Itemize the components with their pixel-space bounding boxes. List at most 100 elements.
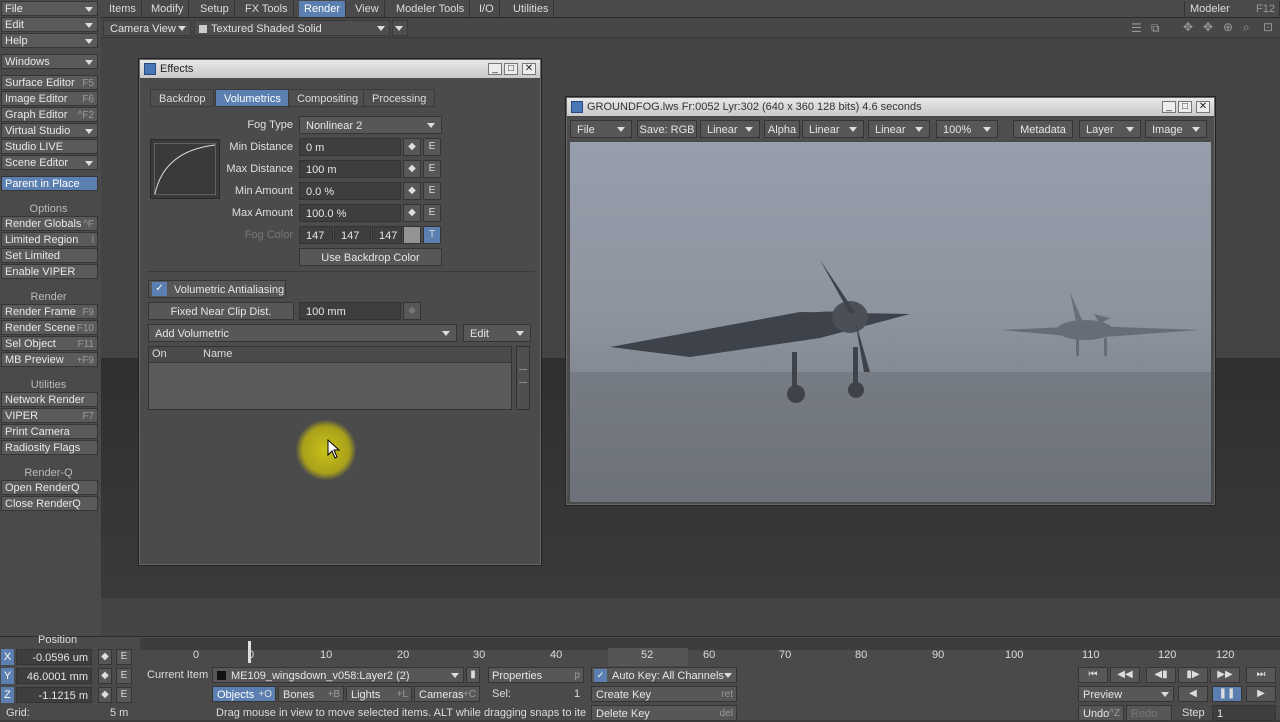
slider-arrows-icon[interactable]: ◆: [98, 649, 112, 665]
fit-icon[interactable]: ⊡: [1263, 20, 1273, 34]
open-renderq-button[interactable]: Open RenderQ: [1, 480, 98, 495]
envelope-button[interactable]: E: [423, 160, 441, 178]
z-position-field[interactable]: -1.1215 m: [16, 687, 92, 703]
volumetric-antialiasing-toggle[interactable]: ✓ Volumetric Antialiasing: [148, 280, 286, 298]
linear-dropdown-2[interactable]: Linear: [802, 120, 864, 138]
menu-items[interactable]: Items: [104, 1, 142, 17]
y-envelope-button[interactable]: E: [116, 668, 132, 684]
min-distance-field[interactable]: 0 m: [299, 138, 401, 156]
maximize-icon[interactable]: □: [1178, 101, 1192, 113]
zoom-dropdown[interactable]: 100%: [936, 120, 998, 138]
edit-menu-button[interactable]: Edit: [1, 17, 98, 32]
menu-view[interactable]: View: [350, 1, 385, 17]
modeler-button[interactable]: Modeler F12: [1184, 1, 1280, 17]
column-on[interactable]: On: [152, 348, 167, 360]
sel-object-button[interactable]: Sel Object F11: [1, 336, 98, 351]
zoom-icon[interactable]: ⊕: [1223, 20, 1233, 34]
fog-color-swatch[interactable]: [403, 226, 421, 244]
maximize-icon[interactable]: □: [504, 63, 518, 75]
close-renderq-button[interactable]: Close RenderQ: [1, 496, 98, 511]
menu-fx-tools[interactable]: FX Tools: [240, 1, 294, 17]
x-position-field[interactable]: -0.0596 um: [16, 649, 92, 665]
z-axis-button[interactable]: Z: [1, 687, 14, 703]
y-position-field[interactable]: 46.0001 mm: [16, 668, 92, 684]
z-envelope-button[interactable]: E: [116, 687, 132, 703]
rotate-icon[interactable]: ✥: [1203, 20, 1213, 34]
metadata-button[interactable]: Metadata: [1013, 120, 1073, 138]
enable-viper-button[interactable]: Enable VIPER: [1, 264, 98, 279]
max-distance-field[interactable]: 100 m: [299, 160, 401, 178]
effects-titlebar[interactable]: Effects _ □ ✕: [140, 60, 540, 78]
bones-button[interactable]: Bones +B: [278, 686, 344, 702]
minimize-icon[interactable]: _: [1162, 101, 1176, 113]
search-icon[interactable]: ⌕: [1243, 20, 1250, 35]
menu-modeler-tools[interactable]: Modeler Tools: [391, 1, 471, 17]
step-back-icon[interactable]: ◀▮: [1146, 667, 1176, 683]
column-name[interactable]: Name: [203, 348, 232, 360]
menu-io[interactable]: I/O: [474, 1, 500, 17]
fog-color-b-field[interactable]: 147: [372, 226, 402, 244]
linear-dropdown-1[interactable]: Linear: [700, 120, 760, 138]
image-dropdown[interactable]: Image: [1145, 120, 1207, 138]
slider-arrows-icon[interactable]: ◆: [98, 687, 112, 703]
previous-key-icon[interactable]: ◀◀: [1110, 667, 1140, 683]
render-frame-button[interactable]: Render Frame F9: [1, 304, 98, 319]
file-dropdown[interactable]: File: [570, 120, 632, 138]
create-key-button[interactable]: Create Key ret: [591, 686, 737, 702]
first-frame-icon[interactable]: ⏮: [1078, 667, 1108, 683]
windows-menu-button[interactable]: Windows: [1, 54, 98, 69]
current-item-dropdown[interactable]: ME109_wingsdown_v058:Layer2 (2): [212, 667, 464, 683]
add-volumetric-dropdown[interactable]: Add Volumetric: [148, 324, 457, 342]
slider-arrows-icon[interactable]: ◆: [403, 302, 421, 320]
objects-button[interactable]: Objects +O: [212, 686, 276, 702]
maximize-icon[interactable]: ⧉: [1151, 21, 1160, 36]
max-amount-field[interactable]: 100.0 %: [299, 204, 401, 222]
surface-editor-button[interactable]: Surface Editor F5: [1, 75, 98, 90]
slider-arrows-icon[interactable]: ◆: [403, 160, 421, 178]
cameras-button[interactable]: Cameras +C: [414, 686, 480, 702]
save-rgb-button[interactable]: Save: RGB: [637, 120, 697, 138]
step-field[interactable]: 1: [1212, 705, 1276, 721]
studio-live-button[interactable]: Studio LIVE: [1, 139, 98, 154]
minimize-icon[interactable]: _: [488, 63, 502, 75]
x-envelope-button[interactable]: E: [116, 649, 132, 665]
edit-dropdown[interactable]: Edit: [463, 324, 531, 342]
volumetric-list[interactable]: On Name: [148, 346, 512, 410]
graph-editor-button[interactable]: Graph Editor ^F2: [1, 107, 98, 122]
close-icon[interactable]: ✕: [1196, 101, 1210, 113]
viper-button[interactable]: VIPER F7: [1, 408, 98, 423]
virtual-studio-button[interactable]: Virtual Studio: [1, 123, 98, 138]
pause-icon[interactable]: ❚❚: [1212, 686, 1242, 702]
menu-utilities[interactable]: Utilities: [508, 1, 555, 17]
menu-render[interactable]: Render: [299, 1, 347, 17]
lights-button[interactable]: Lights +L: [346, 686, 412, 702]
linear-dropdown-3[interactable]: Linear: [868, 120, 930, 138]
help-menu-button[interactable]: Help: [1, 33, 98, 48]
play-reverse-icon[interactable]: ◀: [1178, 686, 1208, 702]
fixed-near-clip-button[interactable]: Fixed Near Clip Dist.: [148, 302, 294, 320]
fixed-near-clip-field[interactable]: 100 mm: [299, 302, 401, 320]
delete-key-button[interactable]: Delete Key del: [591, 705, 737, 721]
texture-button[interactable]: T: [423, 226, 441, 244]
slider-arrows-icon[interactable]: ◆: [403, 204, 421, 222]
scene-editor-button[interactable]: Scene Editor: [1, 155, 98, 170]
menu-modify[interactable]: Modify: [146, 1, 190, 17]
shading-dropdown[interactable]: Textured Shaded Solid: [194, 20, 390, 36]
layer-dropdown[interactable]: Layer: [1079, 120, 1141, 138]
render-scene-button[interactable]: Render Scene F10: [1, 320, 98, 335]
render-titlebar[interactable]: GROUNDFOG.lws Fr:0052 Lyr:302 (640 x 360…: [567, 98, 1214, 116]
envelope-button[interactable]: E: [423, 138, 441, 156]
file-menu-button[interactable]: File: [1, 1, 98, 16]
print-camera-button[interactable]: Print Camera: [1, 424, 98, 439]
tab-backdrop[interactable]: Backdrop: [150, 89, 215, 107]
slider-arrows-icon[interactable]: ◆: [403, 138, 421, 156]
move-icon[interactable]: ✥: [1183, 20, 1193, 34]
step-forward-icon[interactable]: ▮▶: [1178, 667, 1208, 683]
min-amount-field[interactable]: 0.0 %: [299, 182, 401, 200]
undo-button[interactable]: Undo ^Z: [1078, 705, 1124, 721]
redo-button[interactable]: Redo: [1126, 705, 1172, 721]
fog-color-r-field[interactable]: 147: [299, 226, 333, 244]
preview-dropdown[interactable]: Preview: [1078, 686, 1174, 702]
slider-arrows-icon[interactable]: ◆: [403, 182, 421, 200]
last-frame-icon[interactable]: ⏭: [1246, 667, 1276, 683]
